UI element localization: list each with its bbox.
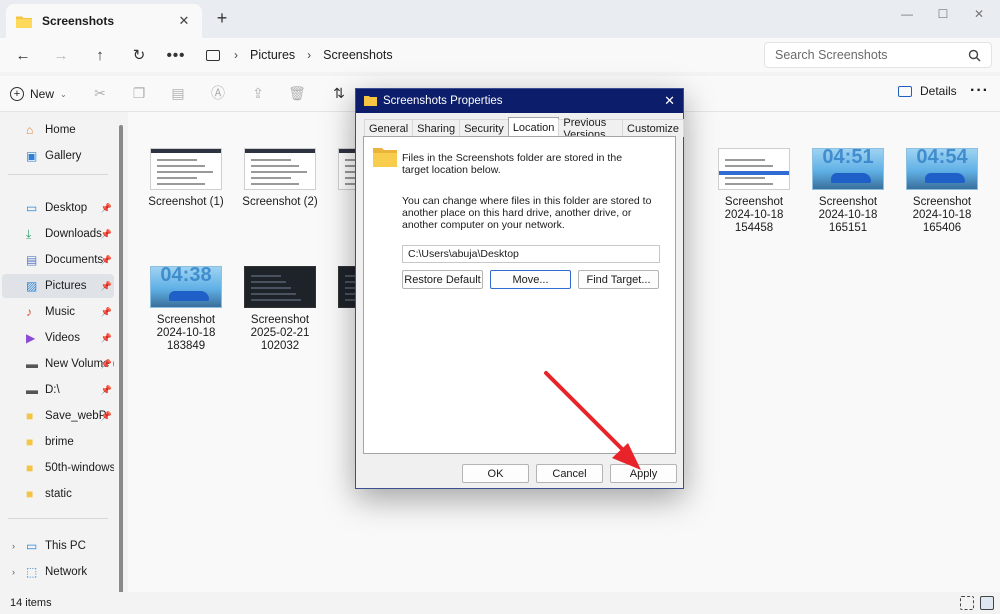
annotation-arrow [544,371,641,470]
